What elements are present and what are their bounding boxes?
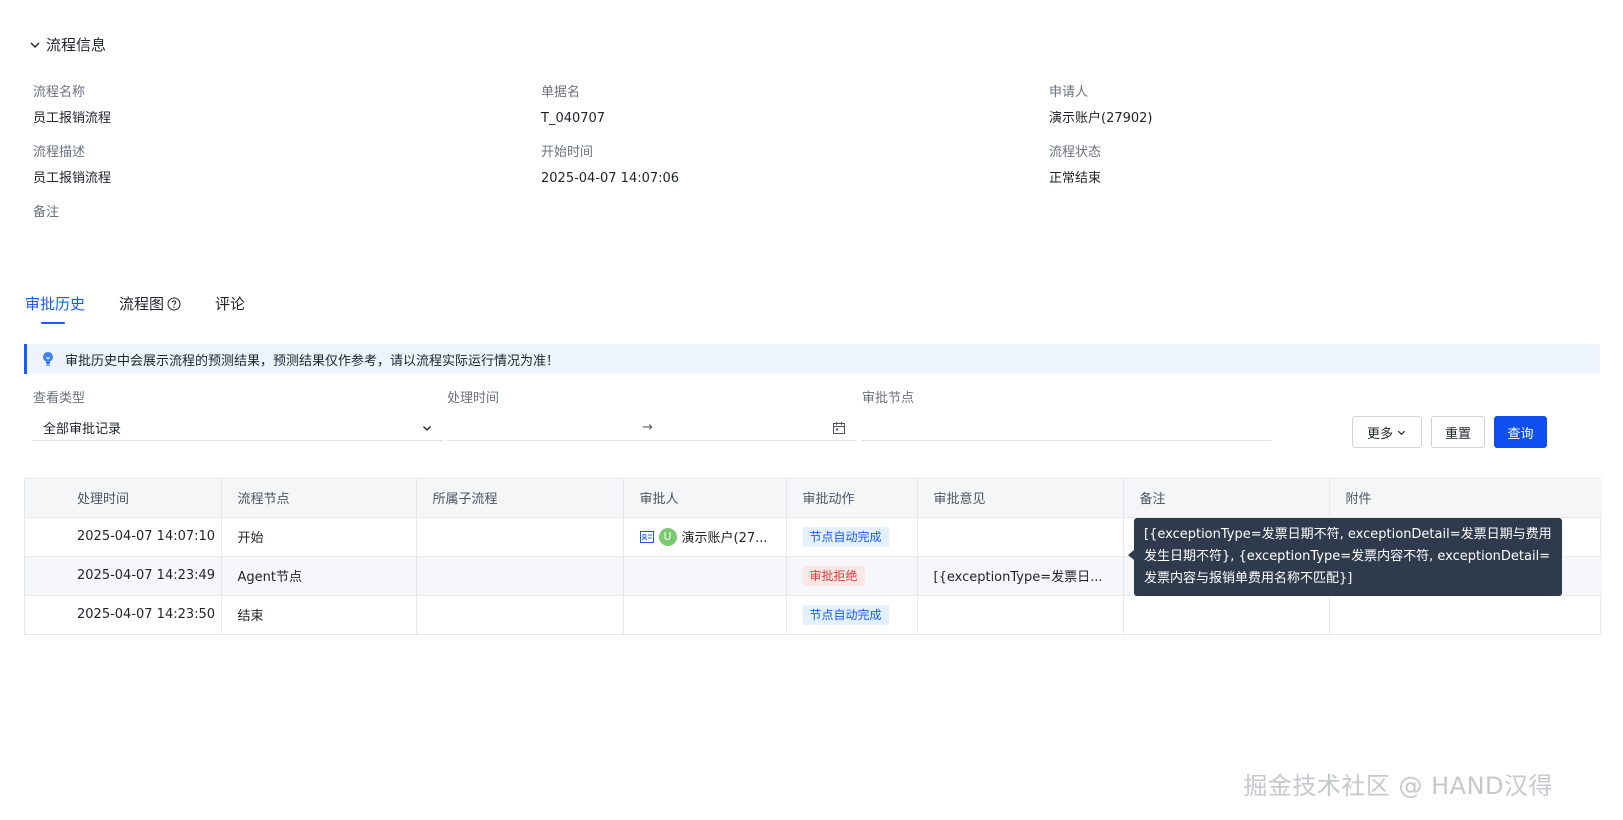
approver-name[interactable]: 演示账户(27... bbox=[682, 527, 768, 546]
process-time-filter: 处理时间 → bbox=[447, 391, 856, 441]
flow-name-label: 流程名称 bbox=[33, 85, 86, 100]
column-header[interactable]: 审批人 bbox=[623, 479, 787, 518]
node-input[interactable] bbox=[862, 415, 1271, 441]
node-label: 审批节点 bbox=[862, 391, 915, 406]
cell-attachment bbox=[1329, 595, 1602, 634]
table-header-row: 处理时间 流程节点 所属子流程 审批人 审批动作 审批意见 备注 附件 bbox=[25, 479, 1602, 518]
id-card-icon[interactable] bbox=[639, 530, 654, 543]
tab-flow-chart[interactable]: 流程图 bbox=[119, 293, 181, 324]
column-header[interactable]: 附件 bbox=[1329, 479, 1602, 518]
view-type-filter: 查看类型 全部审批记录 bbox=[33, 391, 443, 441]
cell-node: 开始 bbox=[221, 517, 417, 557]
cell-approver: U 演示账户(27... bbox=[623, 517, 787, 557]
view-type-select[interactable]: 全部审批记录 bbox=[33, 415, 443, 441]
tab-label: 审批历史 bbox=[25, 295, 86, 313]
opinion-tooltip: [{exceptionType=发票日期不符, exceptionDetail=… bbox=[1128, 518, 1562, 596]
cell-action: 节点自动完成 bbox=[786, 517, 918, 557]
cell-time: 2025-04-07 14:23:50 bbox=[25, 595, 222, 634]
flow-name-value: 员工报销流程 bbox=[33, 111, 112, 126]
remark-field: 备注 bbox=[33, 204, 533, 222]
tab-label: 流程图 bbox=[119, 295, 165, 313]
status-label: 流程状态 bbox=[1049, 145, 1102, 160]
column-header[interactable]: 流程节点 bbox=[221, 479, 417, 518]
table-row[interactable]: 2025-04-07 14:23:50 结束 节点自动完成 bbox=[25, 595, 1602, 634]
cell-opinion bbox=[917, 517, 1124, 557]
cell-subflow bbox=[416, 556, 624, 596]
cell-time: 2025-04-07 14:07:10 bbox=[25, 517, 222, 557]
cell-remark bbox=[1123, 595, 1330, 634]
reset-label: 重置 bbox=[1444, 426, 1471, 442]
node-filter: 审批节点 bbox=[862, 391, 1271, 441]
flow-desc-label: 流程描述 bbox=[33, 145, 86, 160]
remark-label: 备注 bbox=[33, 205, 60, 220]
chevron-down-icon bbox=[1397, 430, 1406, 435]
watermark: 掘金技术社区 @ HAND汉得 bbox=[1243, 772, 1553, 800]
query-button[interactable]: 查询 bbox=[1494, 416, 1547, 448]
cell-action: 节点自动完成 bbox=[786, 595, 918, 634]
view-type-label: 查看类型 bbox=[33, 391, 86, 406]
flow-desc-field: 流程描述 员工报销流程 bbox=[33, 144, 533, 188]
chevron-down-icon bbox=[30, 42, 40, 48]
cell-approver bbox=[623, 595, 787, 634]
cell-time: 2025-04-07 14:23:49 bbox=[25, 556, 222, 596]
tab-label: 评论 bbox=[215, 295, 246, 313]
cell-opinion[interactable]: [{exceptionType=发票日... bbox=[917, 556, 1124, 596]
status-field: 流程状态 正常结束 bbox=[1049, 144, 1549, 188]
column-header[interactable]: 处理时间 bbox=[25, 479, 222, 518]
doc-name-value: T_040707 bbox=[541, 111, 606, 126]
process-time-range[interactable]: → bbox=[447, 415, 856, 441]
flow-desc-value: 员工报销流程 bbox=[33, 171, 112, 186]
reset-button[interactable]: 重置 bbox=[1431, 416, 1485, 448]
cell-node: Agent节点 bbox=[221, 556, 417, 596]
flow-name-field: 流程名称 员工报销流程 bbox=[33, 84, 533, 128]
doc-name-field: 单据名 T_040707 bbox=[541, 84, 1041, 128]
applicant-value: 演示账户(27902) bbox=[1049, 111, 1153, 126]
start-time-field: 开始时间 2025-04-07 14:07:06 bbox=[541, 144, 1041, 188]
cell-subflow bbox=[416, 517, 624, 557]
status-badge: 节点自动完成 bbox=[802, 526, 889, 547]
cell-approver bbox=[623, 556, 787, 596]
more-label: 更多 bbox=[1366, 426, 1393, 442]
section-toggle[interactable]: 流程信息 bbox=[28, 34, 106, 55]
range-separator: → bbox=[642, 420, 653, 435]
calendar-icon[interactable] bbox=[832, 421, 846, 435]
column-header[interactable]: 备注 bbox=[1123, 479, 1330, 518]
status-value: 正常结束 bbox=[1049, 171, 1102, 186]
applicant-label: 申请人 bbox=[1049, 85, 1089, 100]
cell-node: 结束 bbox=[221, 595, 417, 634]
cell-subflow bbox=[416, 595, 624, 634]
start-time-label: 开始时间 bbox=[541, 145, 594, 160]
column-header[interactable]: 审批动作 bbox=[786, 479, 918, 518]
column-header[interactable]: 所属子流程 bbox=[416, 479, 624, 518]
start-time-value: 2025-04-07 14:07:06 bbox=[541, 171, 680, 186]
tab-approval-history[interactable]: 审批历史 bbox=[25, 293, 85, 324]
notice-text: 审批历史中会展示流程的预测结果，预测结果仅作参考，请以流程实际运行情况为准！ bbox=[65, 353, 560, 369]
status-badge: 审批拒绝 bbox=[802, 565, 865, 586]
cell-opinion bbox=[917, 595, 1124, 634]
applicant-field: 申请人 演示账户(27902) bbox=[1049, 84, 1549, 128]
column-header[interactable]: 审批意见 bbox=[917, 479, 1124, 518]
query-label: 查询 bbox=[1507, 426, 1534, 442]
tab-bar: 审批历史 流程图 评论 bbox=[25, 284, 279, 324]
section-title: 流程信息 bbox=[46, 36, 107, 54]
lightbulb-icon bbox=[43, 352, 53, 366]
chevron-down-icon bbox=[423, 425, 431, 431]
cell-action: 审批拒绝 bbox=[786, 556, 918, 596]
notice-banner: 审批历史中会展示流程的预测结果，预测结果仅作参考，请以流程实际运行情况为准！ bbox=[24, 344, 1600, 374]
process-time-label: 处理时间 bbox=[447, 391, 500, 406]
tab-comments[interactable]: 评论 bbox=[215, 293, 245, 324]
tooltip-text: [{exceptionType=发票日期不符, exceptionDetail=… bbox=[1144, 527, 1552, 586]
status-badge: 节点自动完成 bbox=[802, 604, 889, 625]
avatar: U bbox=[658, 527, 677, 546]
doc-name-label: 单据名 bbox=[541, 85, 581, 100]
help-circle-icon[interactable] bbox=[167, 297, 181, 311]
more-button[interactable]: 更多 bbox=[1352, 416, 1422, 448]
view-type-value: 全部审批记录 bbox=[43, 422, 122, 437]
